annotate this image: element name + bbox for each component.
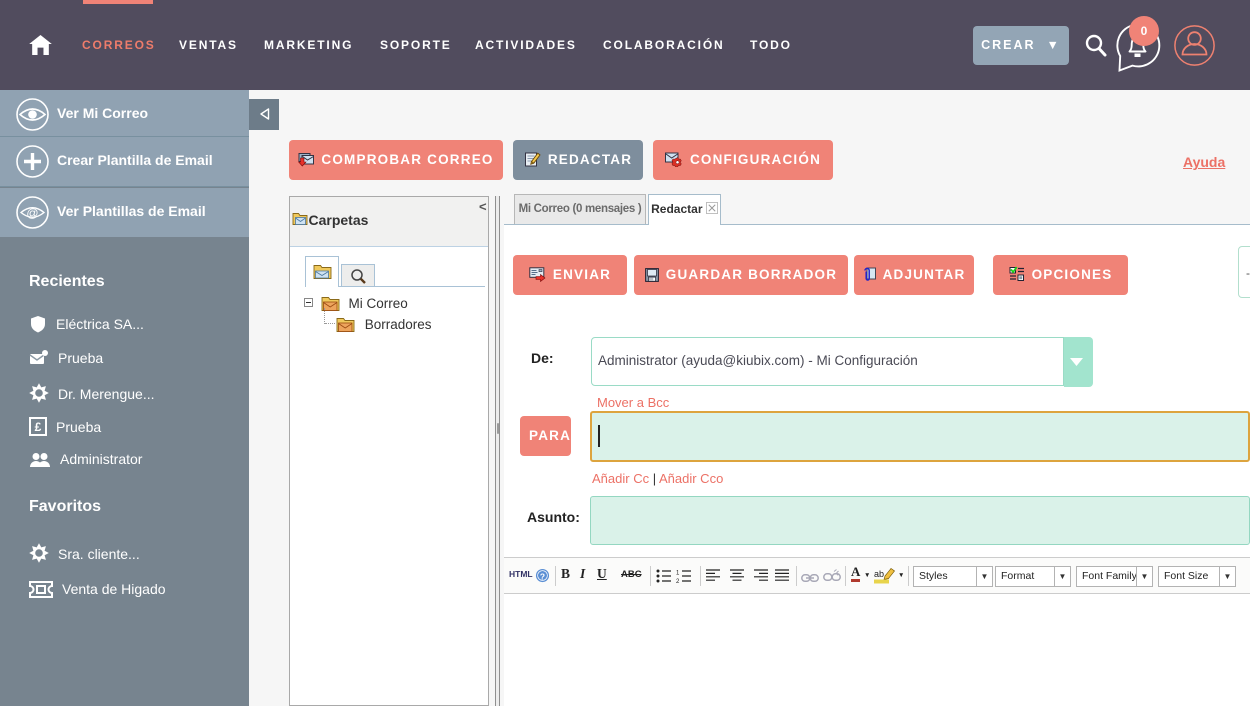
svg-text:@: @: [26, 206, 38, 220]
svg-text:2: 2: [676, 579, 680, 583]
svg-text:?: ?: [540, 571, 545, 581]
svg-text:1: 1: [676, 571, 680, 577]
svg-text:£: £: [35, 420, 42, 434]
svg-text:ab: ab: [874, 569, 884, 579]
